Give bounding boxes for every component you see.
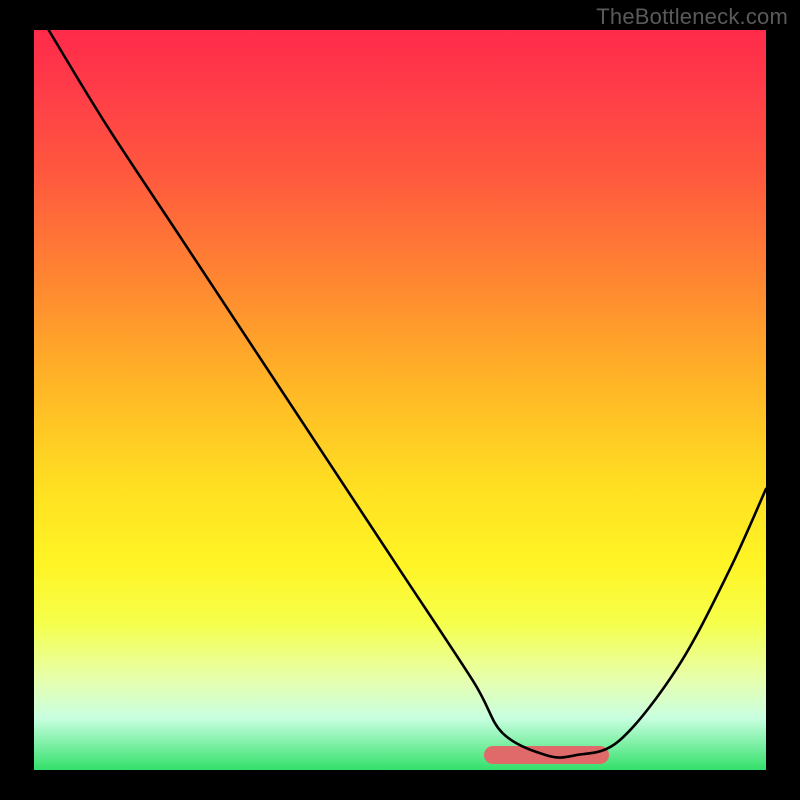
plot-area [34,30,766,770]
chart-frame: TheBottleneck.com [0,0,800,800]
watermark-text: TheBottleneck.com [596,4,788,30]
bottleneck-curve [34,30,766,770]
